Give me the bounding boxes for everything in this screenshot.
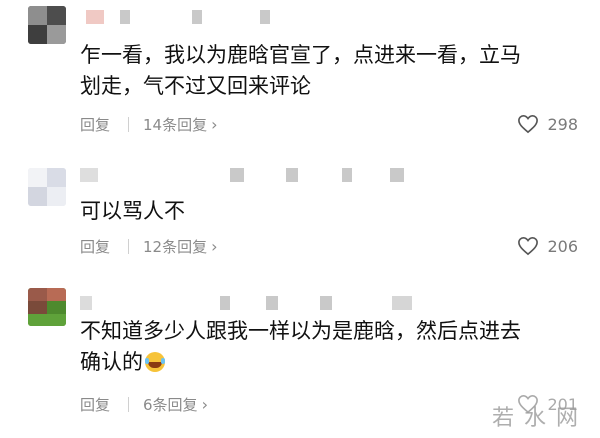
comment-text-fragment: 确认的 bbox=[80, 350, 143, 374]
replies-count-label: 12条回复 bbox=[143, 237, 208, 256]
like-button[interactable]: 298 bbox=[517, 114, 578, 134]
comment-item: 可以骂人不 回复 12条回复 › 206 bbox=[0, 146, 600, 276]
heart-outline-icon bbox=[518, 236, 539, 256]
reply-button[interactable]: 回复 bbox=[80, 236, 110, 257]
reply-button[interactable]: 回复 bbox=[80, 394, 110, 415]
comment-text-line: 确认的 bbox=[80, 347, 580, 378]
comment-text-line: 可以骂人不 bbox=[80, 199, 185, 223]
chevron-right-icon: › bbox=[211, 236, 218, 256]
replies-count-label: 14条回复 bbox=[143, 115, 208, 134]
divider bbox=[128, 238, 130, 254]
comment-text-line: 乍一看，我以为鹿晗官宣了，点进来一看，立马 bbox=[80, 43, 521, 67]
chevron-right-icon: › bbox=[211, 114, 218, 134]
like-count: 298 bbox=[547, 114, 578, 134]
comment-text: 乍一看，我以为鹿晗官宣了，点进来一看，立马 划走，气不过又回来评论 bbox=[80, 40, 580, 102]
avatar[interactable] bbox=[28, 288, 66, 326]
replies-count-label: 6条回复 bbox=[143, 395, 198, 414]
comment-actions: 回复 14条回复 › bbox=[80, 114, 218, 134]
comment-item: 乍一看，我以为鹿晗官宣了，点进来一看，立马 划走，气不过又回来评论 回复 14条… bbox=[0, 0, 600, 146]
comment-actions: 回复 12条回复 › bbox=[80, 236, 218, 256]
view-replies-link[interactable]: 12条回复 › bbox=[143, 236, 218, 257]
heart-outline-icon bbox=[518, 114, 539, 134]
divider bbox=[128, 116, 130, 132]
reply-button[interactable]: 回复 bbox=[80, 114, 110, 135]
like-count: 206 bbox=[547, 236, 578, 256]
chevron-right-icon: › bbox=[201, 394, 208, 414]
comment-text-line: 划走，气不过又回来评论 bbox=[80, 74, 311, 98]
view-replies-link[interactable]: 6条回复 › bbox=[143, 394, 208, 415]
divider bbox=[128, 396, 130, 412]
avatar[interactable] bbox=[28, 168, 66, 206]
like-button[interactable]: 206 bbox=[517, 236, 578, 256]
comment-text-line: 不知道多少人跟我一样以为是鹿晗，然后点进去 bbox=[80, 319, 521, 343]
comment-text: 可以骂人不 bbox=[80, 196, 580, 227]
avatar[interactable] bbox=[28, 6, 66, 44]
comment-text: 不知道多少人跟我一样以为是鹿晗，然后点进去 确认的 bbox=[80, 316, 580, 378]
laughing-tears-emoji-icon bbox=[145, 352, 165, 372]
comment-actions: 回复 6条回复 › bbox=[80, 394, 208, 414]
view-replies-link[interactable]: 14条回复 › bbox=[143, 114, 218, 135]
watermark: 若水网 bbox=[491, 406, 588, 431]
